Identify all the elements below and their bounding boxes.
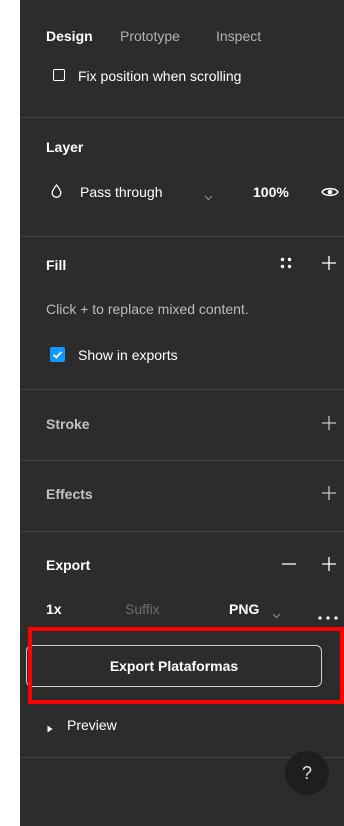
blend-mode-value: Pass through — [80, 184, 163, 200]
fill-mixed-hint: Click + to replace mixed content. — [46, 301, 249, 317]
export-format-value: PNG — [229, 601, 260, 617]
blend-mode-icon — [51, 183, 62, 203]
chevron-down-icon — [272, 606, 281, 624]
tab-inspect[interactable]: Inspect — [216, 27, 261, 45]
fix-position-row[interactable]: Fix position when scrolling — [42, 61, 342, 91]
show-in-exports-label: Show in exports — [78, 347, 178, 363]
stroke-section-title: Stroke — [46, 416, 90, 432]
divider — [20, 460, 344, 461]
tab-prototype[interactable]: Prototype — [120, 27, 180, 45]
divider — [20, 531, 344, 532]
preview-label: Preview — [67, 717, 117, 733]
highlight-box — [28, 627, 344, 704]
add-fill-plus-icon[interactable] — [322, 256, 336, 270]
export-format-dropdown[interactable]: PNG — [228, 598, 288, 620]
remove-export-minus-icon[interactable] — [282, 563, 296, 565]
add-stroke-plus-icon[interactable] — [322, 416, 336, 430]
layer-opacity[interactable]: 100% — [253, 183, 289, 201]
export-section-title: Export — [46, 557, 91, 573]
help-button[interactable]: ? — [285, 751, 329, 795]
add-effect-plus-icon[interactable] — [322, 486, 336, 500]
preview-toggle[interactable]: Preview — [42, 713, 162, 737]
caret-right-icon — [47, 720, 53, 738]
fix-position-label: Fix position when scrolling — [78, 68, 242, 84]
divider — [20, 389, 344, 390]
tab-design[interactable]: Design — [46, 27, 93, 45]
show-in-exports-row[interactable]: Show in exports — [42, 340, 242, 368]
export-scale-dropdown[interactable]: 1x — [46, 600, 62, 618]
export-suffix-input[interactable]: Suffix — [125, 600, 160, 618]
more-options-icon[interactable] — [318, 607, 338, 625]
layer-section-title: Layer — [46, 139, 84, 155]
chevron-down-icon — [204, 188, 213, 206]
fix-position-checkbox[interactable] — [53, 69, 65, 81]
divider — [20, 117, 344, 118]
eye-icon[interactable] — [321, 185, 339, 203]
effects-section-title: Effects — [46, 486, 93, 502]
show-in-exports-checkbox[interactable] — [50, 347, 65, 362]
help-icon: ? — [301, 762, 312, 783]
fill-section-title: Fill — [46, 257, 67, 273]
add-export-plus-icon[interactable] — [322, 557, 336, 571]
divider — [20, 236, 344, 237]
styles-grid-icon[interactable] — [280, 256, 292, 274]
blend-mode-dropdown[interactable]: Pass through — [42, 178, 232, 206]
